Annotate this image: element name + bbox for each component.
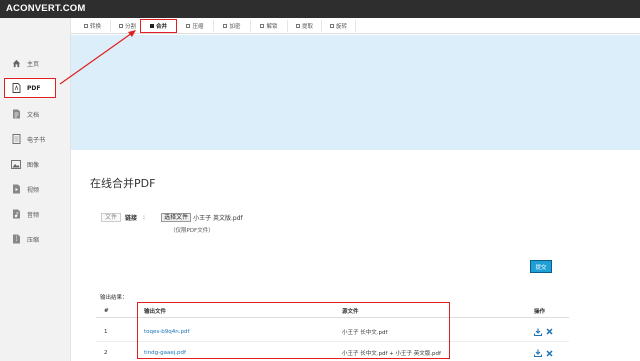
page-title: 在线合并PDF [90,177,156,190]
tab-convert[interactable]: 转换 [75,20,111,32]
pdf-icon [11,83,21,93]
column-header: 操作 [534,308,546,315]
field-colon: : [143,213,146,221]
sidebar-item-audio[interactable]: 音频 [0,203,71,225]
sidebar-item-label: 文档 [27,111,40,119]
tab-checkbox-icon [118,24,123,28]
sidebar-item-ebook[interactable]: 电子书 [0,128,71,150]
top-bar: ACONVERT.COM [0,0,640,18]
tab-compress[interactable]: 压缩 [177,20,214,32]
tab-rotate[interactable]: 旋转 [322,20,356,32]
sidebar-item-label: PDF [27,84,41,92]
archive-icon [11,234,21,244]
row-actions [526,328,569,336]
sidebar-item-label: 视频 [27,186,40,194]
video-icon [11,184,21,194]
file-type-hint: （仅限PDF文件） [170,228,214,234]
ad-banner [71,35,640,150]
sidebar-item-home[interactable]: 主页 [0,52,71,74]
selected-file-name: 小王子 英文版.pdf [193,214,243,222]
tab-checkbox-icon [149,24,154,28]
sidebar-item-pdf[interactable]: PDF [4,78,56,98]
choose-file-button[interactable]: 选择文件 [161,212,192,222]
download-icon[interactable] [534,328,542,336]
sidebar-item-label: 压缩 [27,236,40,244]
highlight-box [137,302,450,359]
sidebar-item-video[interactable]: 视频 [0,178,71,200]
download-icon[interactable] [534,349,542,357]
tab-checkbox-icon [186,24,191,28]
row-actions [526,349,569,357]
sidebar-item-document[interactable]: 文档 [0,103,71,125]
home-icon [11,58,21,68]
tab-extract[interactable]: 提取 [288,20,322,32]
document-icon [11,109,21,119]
row-number: 1 [104,328,108,335]
tab-encrypt[interactable]: 加密 [214,20,251,32]
image-icon [11,159,21,169]
source-tab-link[interactable]: 链接 [125,213,137,222]
site-logo[interactable]: ACONVERT.COM [6,2,85,16]
tool-tabs: 转换 分割 合并 压缩 加密 解锁 提取 旋转 [71,18,640,34]
sidebar-item-label: 电子书 [27,136,46,144]
results-label: 输出结果： [100,295,128,301]
source-tab-file[interactable]: 文件 [101,212,122,222]
tab-checkbox-icon [295,24,300,28]
row-number: 2 [104,350,108,356]
upload-form: 文件 链接 : 选择文件 小王子 英文版.pdf [101,212,243,222]
submit-button[interactable]: 提交 [530,260,552,273]
sidebar-item-image[interactable]: 图像 [0,153,71,175]
sidebar-item-archive[interactable]: 压缩 [0,228,71,250]
tab-checkbox-icon [260,24,265,28]
audio-icon [11,209,21,219]
tab-checkbox-icon [329,24,334,28]
tab-merge[interactable]: 合并 [140,19,177,33]
tab-unlock[interactable]: 解锁 [251,20,288,32]
column-header: # [104,307,109,314]
delete-icon[interactable] [545,328,553,336]
delete-icon[interactable] [545,349,553,357]
ebook-icon [11,134,21,144]
sidebar-item-label: 图像 [27,161,40,169]
sidebar-item-label: 主页 [27,60,40,68]
sidebar-item-label: 音频 [27,211,40,219]
tab-checkbox-icon [83,24,88,28]
sidebar: 主页 PDF 文档 电子书 图像 视频 音频 压缩 [0,18,71,361]
tab-checkbox-icon [223,24,228,28]
